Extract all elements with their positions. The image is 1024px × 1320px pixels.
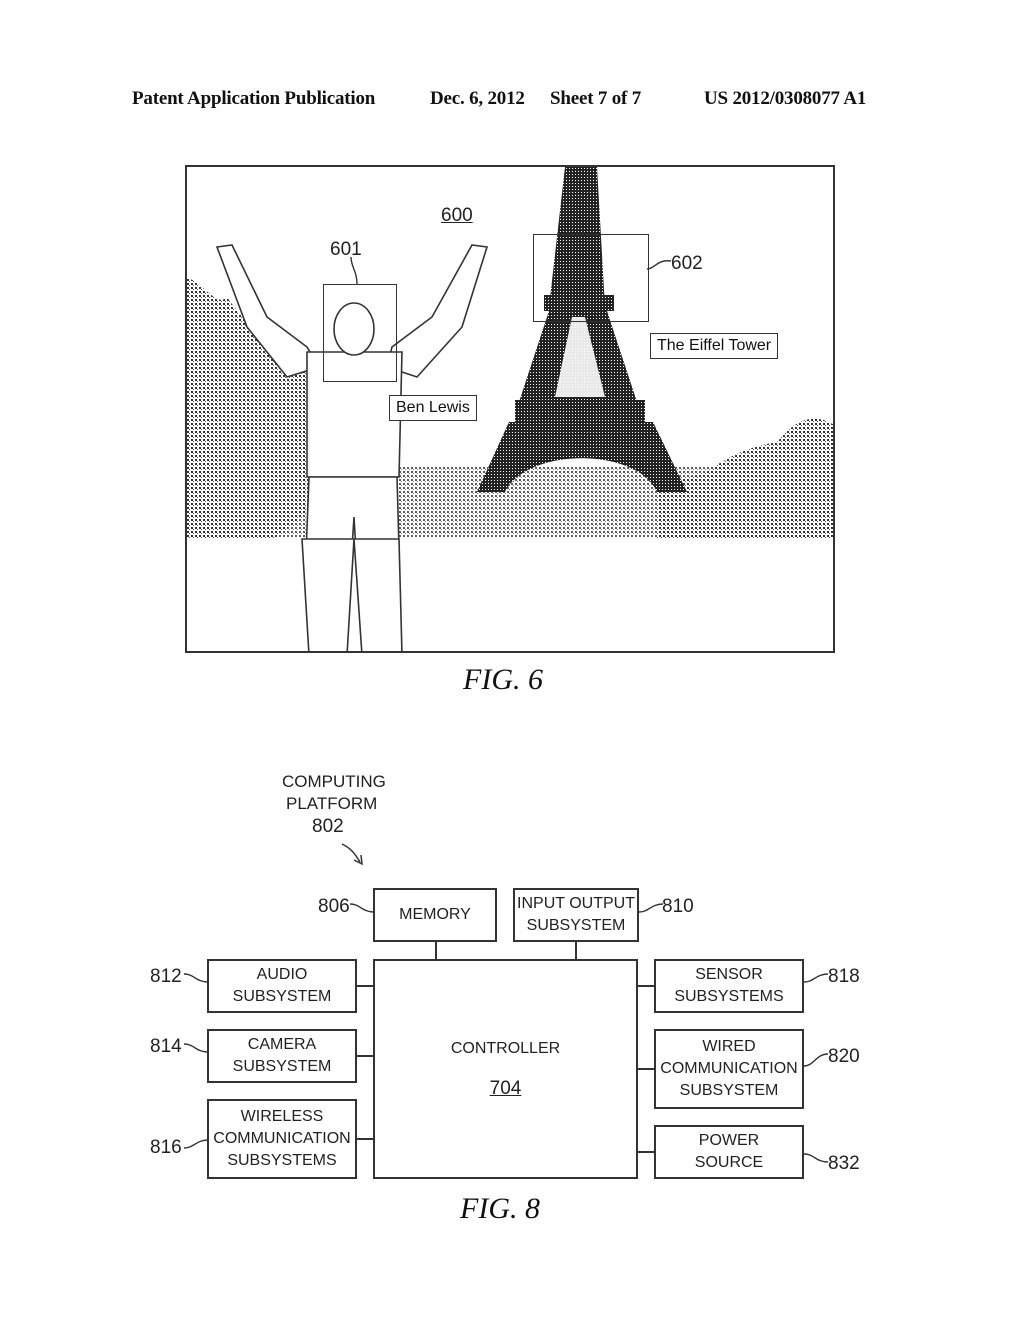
block-label: WIRELESS <box>240 1108 324 1125</box>
camera-subsystem-block[interactable]: CAMERA SUBSYSTEM <box>207 1029 357 1083</box>
block-label: SUBSYSTEM <box>679 1082 779 1099</box>
block-label: COMMUNICATION <box>213 1130 351 1147</box>
ref-816: 816 <box>150 1137 182 1158</box>
ref-832: 832 <box>828 1153 860 1174</box>
platform-label-line2: PLATFORM <box>286 794 378 813</box>
wired-subsystem-block[interactable]: WIRED COMMUNICATION SUBSYSTEM <box>654 1029 804 1109</box>
person-tag[interactable]: Ben Lewis <box>389 395 477 421</box>
ref-812: 812 <box>150 966 182 987</box>
connector-wireless <box>357 1138 373 1140</box>
sheet-number: Sheet 7 of 7 <box>550 88 642 109</box>
landmark-ref-602: 602 <box>671 253 703 274</box>
connector-sensor <box>638 985 654 987</box>
ref-818: 818 <box>828 966 860 987</box>
landmark-tag[interactable]: The Eiffel Tower <box>650 333 779 359</box>
leader-601 <box>350 257 358 285</box>
fig6-caption: FIG. 6 <box>463 663 543 696</box>
fig6-photo: 600 601 602 Ben Lewis The Eiffel Tower <box>185 165 835 653</box>
controller-ref: 704 <box>489 1078 522 1099</box>
io-subsystem-block[interactable]: INPUT OUTPUT SUBSYSTEM <box>513 888 639 942</box>
ref-820: 820 <box>828 1046 860 1067</box>
block-label: SUBSYSTEMS <box>227 1152 337 1169</box>
block-label: INPUT OUTPUT <box>517 895 635 912</box>
block-label: SUBSYSTEM <box>232 1058 332 1075</box>
connector-memory <box>435 942 437 959</box>
patent-number: US 2012/0308077 A1 <box>704 88 867 109</box>
block-label: AUDIO <box>256 966 308 983</box>
leader-806 <box>350 903 374 913</box>
leader-810 <box>639 903 663 913</box>
sensor-subsystems-block[interactable]: SENSOR SUBSYSTEMS <box>654 959 804 1013</box>
platform-label-line1: COMPUTING <box>282 772 386 791</box>
leader-816 <box>184 1139 208 1149</box>
leader-832 <box>804 1153 828 1163</box>
publication-type: Patent Application Publication <box>132 88 376 109</box>
block-label: COMMUNICATION <box>660 1060 798 1077</box>
platform-arrow-icon <box>341 843 363 866</box>
landmark-detection-box[interactable] <box>533 234 649 322</box>
platform-ref: 802 <box>312 816 344 837</box>
connector-audio <box>357 985 373 987</box>
leader-818 <box>804 973 828 983</box>
controller-block[interactable]: CONTROLLER 704 <box>373 959 638 1179</box>
power-source-block[interactable]: POWER SOURCE <box>654 1125 804 1179</box>
image-ref-600: 600 <box>441 205 473 226</box>
wireless-subsystems-block[interactable]: WIRELESS COMMUNICATION SUBSYSTEMS <box>207 1099 357 1179</box>
connector-io <box>575 942 577 959</box>
block-label: SUBSYSTEM <box>232 988 332 1005</box>
audio-subsystem-block[interactable]: AUDIO SUBSYSTEM <box>207 959 357 1013</box>
leader-814 <box>184 1043 208 1053</box>
ref-806: 806 <box>318 896 350 917</box>
connector-camera <box>357 1055 373 1057</box>
block-label: SUBSYSTEM <box>526 917 626 934</box>
block-label: WIRED <box>702 1038 756 1055</box>
ref-814: 814 <box>150 1036 182 1057</box>
connector-wired <box>638 1068 654 1070</box>
block-label: SOURCE <box>694 1154 764 1171</box>
block-label: MEMORY <box>399 906 471 923</box>
block-label: POWER <box>698 1132 760 1149</box>
ref-810: 810 <box>662 896 694 917</box>
fig8-caption: FIG. 8 <box>460 1192 540 1225</box>
block-label: SUBSYSTEMS <box>674 988 784 1005</box>
block-label: CAMERA <box>247 1036 317 1053</box>
publication-date: Dec. 6, 2012 <box>430 88 525 109</box>
scene-illustration <box>187 167 833 651</box>
memory-block[interactable]: MEMORY <box>373 888 497 942</box>
leader-602 <box>647 260 672 270</box>
leader-820 <box>804 1053 828 1067</box>
connector-power <box>638 1151 654 1153</box>
leader-812 <box>184 973 208 983</box>
controller-label: CONTROLLER <box>450 1040 561 1057</box>
face-detection-box[interactable] <box>323 284 397 382</box>
block-label: SENSOR <box>695 966 763 983</box>
